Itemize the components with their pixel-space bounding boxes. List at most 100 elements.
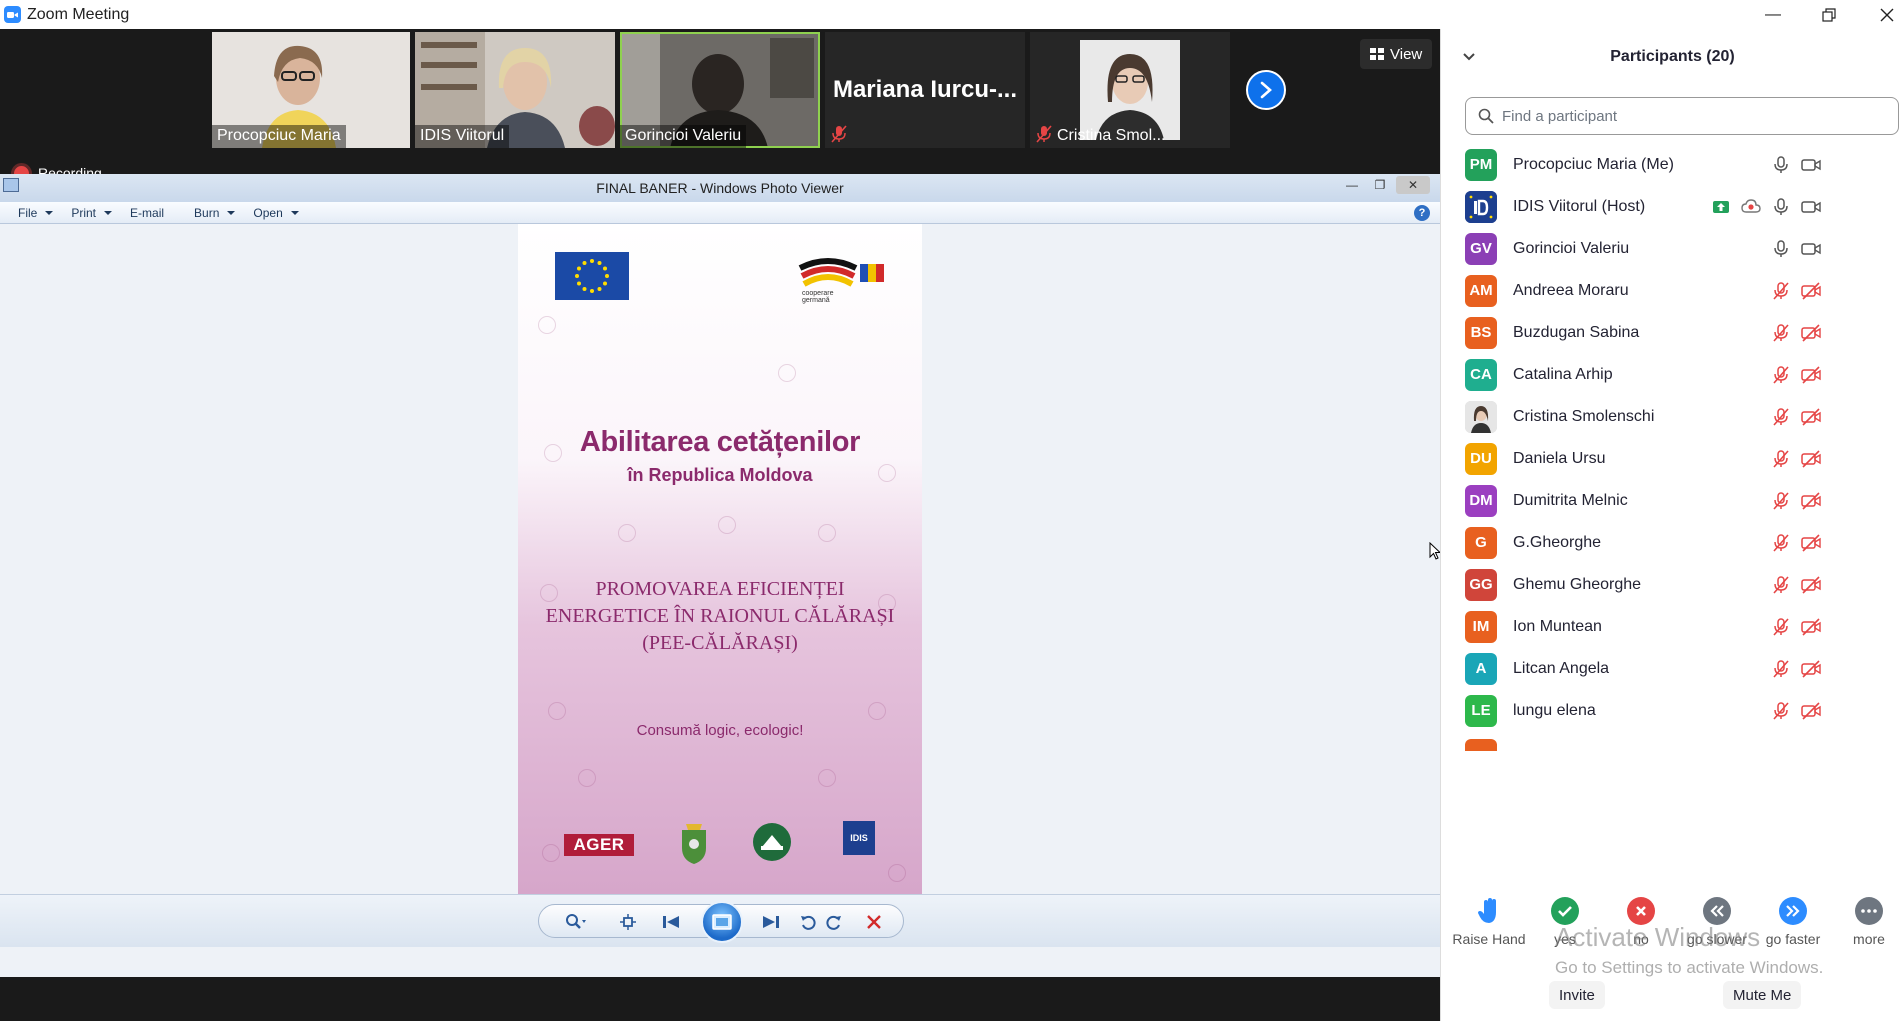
video-off-icon[interactable]: [1801, 281, 1821, 301]
decor-icon: [778, 364, 796, 382]
video-tile-gorincioi-valeriu[interactable]: Gorincioi Valeriu: [620, 32, 820, 148]
photo-viewer-controls: [538, 901, 904, 943]
help-icon[interactable]: ?: [1414, 205, 1430, 221]
microphone-icon[interactable]: [1771, 239, 1791, 259]
video-off-icon[interactable]: [1801, 659, 1821, 679]
mic-muted-icon[interactable]: [1771, 491, 1791, 511]
microphone-icon[interactable]: [1771, 197, 1791, 217]
participant-name: Catalina Arhip: [1513, 365, 1613, 383]
more-button[interactable]: more: [1831, 897, 1903, 957]
slideshow-button[interactable]: [701, 901, 743, 943]
mic-muted-icon[interactable]: [1771, 575, 1791, 595]
participant-display-name: Mariana Iurcu-...: [832, 76, 1018, 103]
menu-email[interactable]: E-mail: [130, 206, 164, 220]
poster-slogan: Consumă logic, ecologic!: [636, 722, 804, 739]
banner-image: cooperare germană Abilitarea cetățenilor…: [518, 224, 922, 894]
participant-row[interactable]: LE lungu elena: [1441, 685, 1903, 736]
microphone-icon[interactable]: [1771, 155, 1791, 175]
participant-name: Procopciuc Maria (Me): [1513, 155, 1674, 173]
mic-muted-icon[interactable]: [1771, 407, 1791, 427]
participant-search-box: [1465, 97, 1899, 135]
video-camera-icon[interactable]: [1801, 197, 1821, 217]
go-slower-button[interactable]: go slower: [1679, 897, 1755, 957]
participant-name: Ghemu Gheorghe: [1513, 575, 1642, 593]
video-off-icon[interactable]: [1801, 491, 1821, 511]
participant-name: lungu elena: [1513, 701, 1596, 719]
participant-search-input[interactable]: [1502, 107, 1882, 125]
yes-button[interactable]: yes: [1527, 897, 1603, 957]
actual-size-button[interactable]: [617, 911, 639, 933]
video-camera-icon[interactable]: [1801, 155, 1821, 175]
yes-label: yes: [1554, 931, 1576, 947]
rotate-clockwise-button[interactable]: [823, 911, 845, 933]
video-off-icon[interactable]: [1801, 365, 1821, 385]
raise-hand-button[interactable]: Raise Hand: [1451, 897, 1527, 957]
minimize-button[interactable]: —: [1749, 0, 1797, 29]
video-off-icon[interactable]: [1801, 701, 1821, 721]
no-button[interactable]: no: [1603, 897, 1679, 957]
minimize-icon: —: [1765, 5, 1781, 23]
participant-name: Litcan Angela: [1513, 659, 1610, 677]
view-label: View: [1390, 45, 1423, 63]
video-off-icon[interactable]: [1801, 617, 1821, 637]
poster-subtitle: în Republica Moldova: [627, 465, 813, 485]
menu-file[interactable]: File: [18, 206, 54, 220]
video-camera-icon[interactable]: [1801, 239, 1821, 259]
mic-muted-icon[interactable]: [1771, 617, 1791, 637]
chevron-down-icon[interactable]: [1461, 49, 1477, 65]
video-off-icon[interactable]: [1801, 449, 1821, 469]
menu-open[interactable]: Open: [253, 206, 299, 220]
participants-header: Participants (20): [1441, 29, 1903, 85]
mic-muted-icon[interactable]: [1771, 533, 1791, 553]
menu-burn[interactable]: Burn: [194, 206, 236, 220]
raise-hand-icon: [1475, 897, 1503, 925]
mic-muted-icon[interactable]: [1771, 659, 1791, 679]
video-tile-mariana-iurcu[interactable]: Mariana Iurcu-...: [825, 32, 1025, 148]
next-page-button[interactable]: [1246, 70, 1286, 110]
decor-icon: [718, 516, 736, 534]
mute-me-button[interactable]: Mute Me: [1723, 981, 1802, 1009]
close-button[interactable]: [1863, 0, 1903, 29]
go-slower-label: go slower: [1687, 931, 1747, 947]
participants-list: PM Procopciuc Maria (Me) IDIS Viitorul (Ho…: [1441, 143, 1903, 870]
pv-close-button[interactable]: ✕: [1396, 176, 1430, 194]
chevron-right-icon: [1260, 81, 1272, 99]
video-off-icon[interactable]: [1801, 323, 1821, 343]
mic-muted-icon[interactable]: [1771, 281, 1791, 301]
invite-button[interactable]: Invite: [1549, 981, 1605, 1009]
participant-avatar: IM: [1465, 610, 1497, 643]
video-tile-procopciuc-maria[interactable]: Procopciuc Maria: [212, 32, 410, 148]
video-off-icon[interactable]: [1801, 407, 1821, 427]
pv-restore-button[interactable]: ❐: [1366, 176, 1394, 194]
menu-print[interactable]: Print: [71, 206, 113, 220]
x-icon: [1627, 897, 1655, 925]
mic-muted-icon[interactable]: [1771, 323, 1791, 343]
photo-viewer-menu-bar: File Print E-mail Burn Open ?: [0, 202, 1440, 224]
photo-viewer-app-icon: [3, 178, 19, 192]
rotate-counterclockwise-button[interactable]: [797, 911, 819, 933]
mic-muted-icon[interactable]: [1771, 701, 1791, 721]
restore-button[interactable]: [1805, 0, 1853, 29]
dropdown-caret-icon: [45, 210, 54, 215]
participant-avatar: DU: [1465, 442, 1497, 475]
video-off-icon[interactable]: [1801, 575, 1821, 595]
go-faster-button[interactable]: go faster: [1755, 897, 1831, 957]
next-button[interactable]: [757, 911, 785, 933]
video-tile-idis-viitorul[interactable]: IDIS Viitorul: [415, 32, 615, 148]
participant-name-label: Cristina Smol...: [1057, 127, 1166, 144]
delete-button[interactable]: [863, 911, 885, 933]
mic-muted-icon[interactable]: [1771, 449, 1791, 469]
view-button[interactable]: View: [1360, 39, 1433, 69]
zoom-button[interactable]: [561, 911, 591, 933]
pv-minimize-button[interactable]: —: [1338, 176, 1366, 194]
participant-name: Dumitrita Melnic: [1513, 491, 1628, 509]
previous-button[interactable]: [657, 911, 685, 933]
mic-muted-icon[interactable]: [1771, 365, 1791, 385]
photo-viewer-title: FINAL BANER - Windows Photo Viewer: [596, 180, 844, 196]
decor-icon: [818, 524, 836, 542]
video-off-icon[interactable]: [1801, 533, 1821, 553]
fit-to-window-icon: [620, 914, 636, 930]
video-tile-cristina-smolenschi[interactable]: Cristina Smol...: [1030, 32, 1230, 148]
restore-icon: ❐: [1374, 178, 1386, 192]
participants-title: Participants (20): [1610, 48, 1735, 65]
